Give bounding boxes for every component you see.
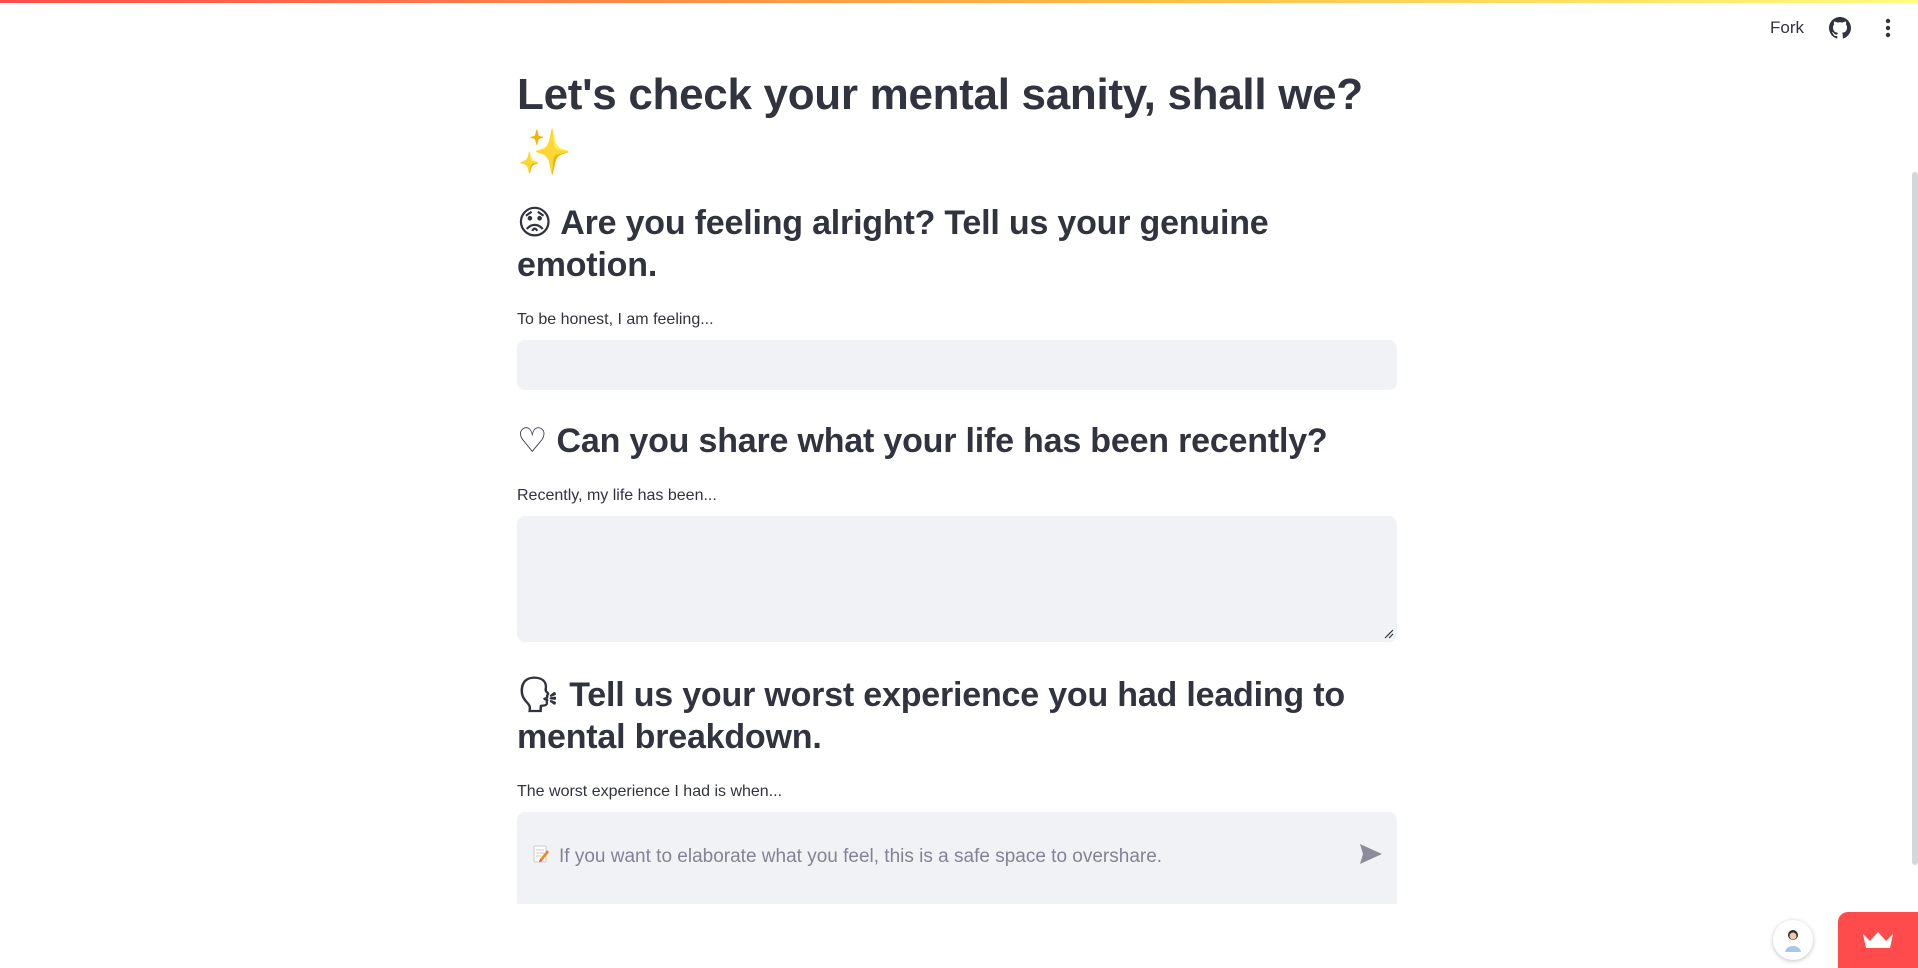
avatar[interactable]	[1773, 920, 1813, 960]
memo-icon	[531, 844, 551, 869]
life-textarea-wrapper	[517, 516, 1397, 642]
section-heading-worst-experience: 🗣 Tell us your worst experience you had …	[517, 676, 1345, 756]
more-vert-icon[interactable]	[1876, 16, 1900, 40]
header-toolbar: Fork	[1770, 16, 1900, 40]
crown-badge[interactable]	[1838, 912, 1918, 968]
emotion-field-label: To be honest, I am feeling...	[517, 311, 714, 328]
avatar-icon	[1785, 930, 1801, 952]
life-textarea[interactable]	[517, 516, 1397, 642]
chat-placeholder: If you want to elaborate what you feel, …	[559, 845, 1163, 867]
section-heading-life: ♡ Can you share what your life has been …	[517, 422, 1328, 460]
fork-link[interactable]: Fork	[1770, 18, 1804, 38]
scrollbar[interactable]	[1912, 172, 1918, 865]
github-icon[interactable]	[1828, 16, 1852, 40]
top-decoration-bar	[0, 0, 1918, 3]
main-content: Let's check your mental sanity, shall we…	[517, 66, 1397, 904]
emotion-input[interactable]	[517, 340, 1397, 390]
section-heading-emotion: 😟 Are you feeling alright? Tell us your …	[517, 204, 1269, 284]
life-field-label: Recently, my life has been...	[517, 487, 717, 504]
crown-icon	[1863, 932, 1893, 948]
resize-handle-icon[interactable]	[1384, 629, 1394, 639]
chat-input[interactable]: If you want to elaborate what you feel, …	[517, 832, 1397, 881]
send-icon[interactable]	[1359, 843, 1383, 870]
page-title: Let's check your mental sanity, shall we…	[517, 70, 1363, 177]
worst-experience-field-label: The worst experience I had is when...	[517, 783, 783, 800]
